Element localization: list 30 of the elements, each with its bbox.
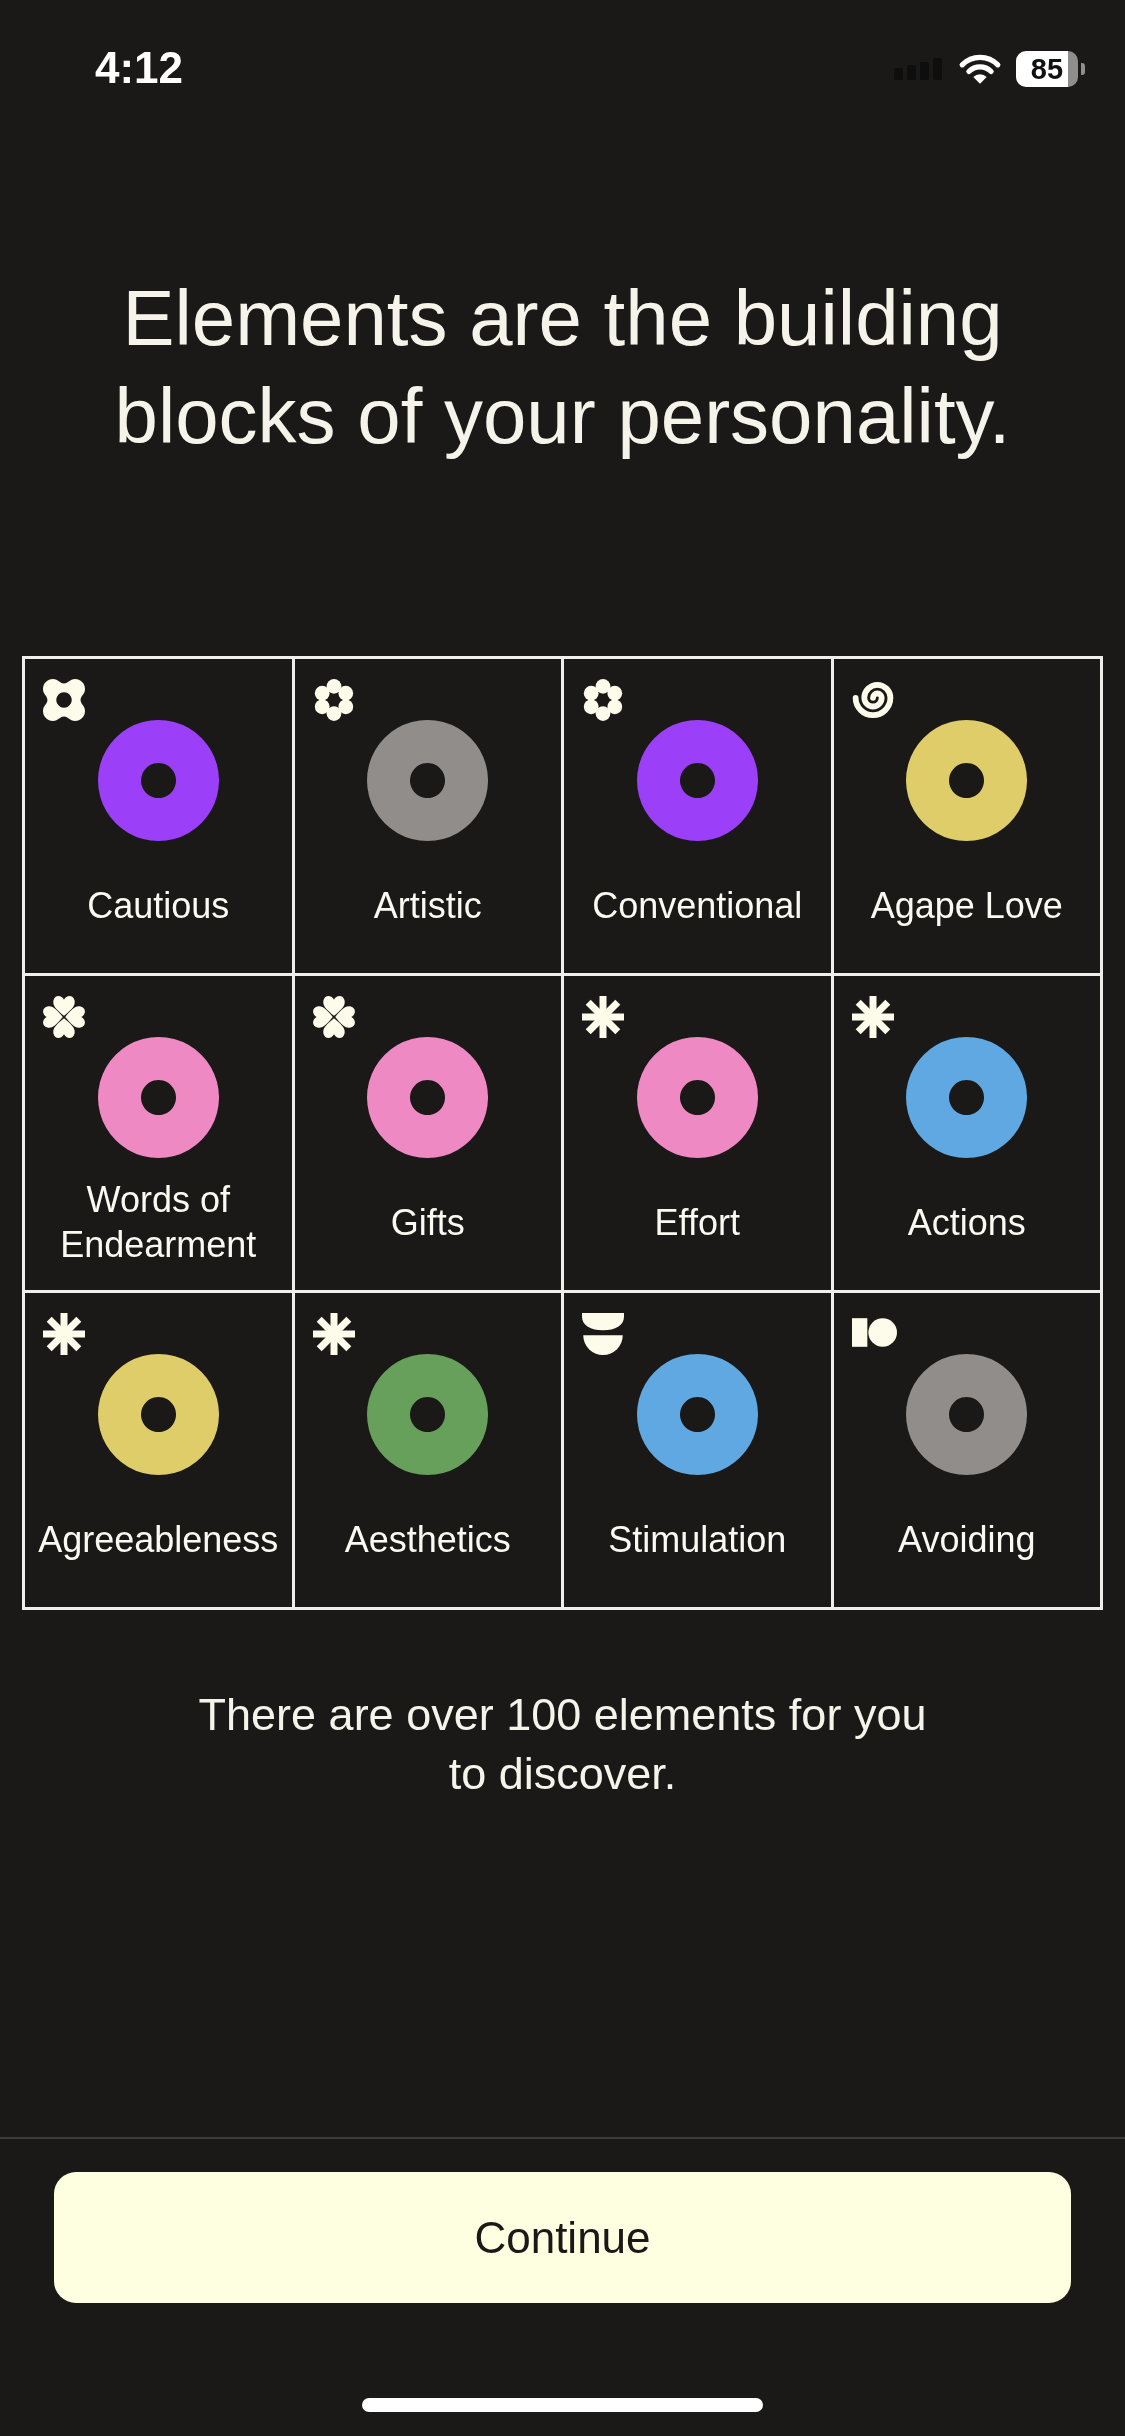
flower-icon [582, 679, 624, 721]
spiral-icon [851, 679, 894, 721]
footnote-text: There are over 100 elements for you to discover. [197, 1688, 928, 1801]
element-label: Avoiding [898, 1517, 1036, 1562]
status-time: 4:12 [95, 46, 184, 90]
element-label: Aesthetics [344, 1517, 511, 1562]
element-label: Words of Endearment [59, 1178, 258, 1267]
continue-button[interactable]: Continue [54, 2172, 1071, 2303]
wifi-icon [958, 53, 1002, 85]
element-label: Agreeableness [38, 1517, 279, 1562]
asterisk-icon [312, 1313, 355, 1355]
element-label: Stimulation [608, 1517, 787, 1562]
element-label: Effort [654, 1200, 740, 1245]
rounded-cross-icon [43, 679, 85, 721]
element-label: Conventional [592, 883, 803, 928]
square-circle-icon [851, 1317, 897, 1348]
element-label: Actions [907, 1200, 1026, 1245]
battery-percentage: 85 [1030, 54, 1064, 84]
asterisk-icon [851, 996, 894, 1038]
element-label: Cautious [87, 883, 230, 928]
element-label: Agape Love [870, 883, 1063, 928]
half-circles-icon [582, 1313, 624, 1355]
element-label: Gifts [390, 1200, 465, 1245]
element-label: Artistic [373, 883, 482, 928]
flower-icon [312, 679, 355, 721]
clover-icon [43, 996, 85, 1038]
clover-icon [312, 996, 355, 1038]
asterisk-icon [43, 1313, 85, 1355]
asterisk-icon [582, 996, 624, 1038]
headline: Elements are the building blocks of your personality. [113, 273, 1012, 462]
